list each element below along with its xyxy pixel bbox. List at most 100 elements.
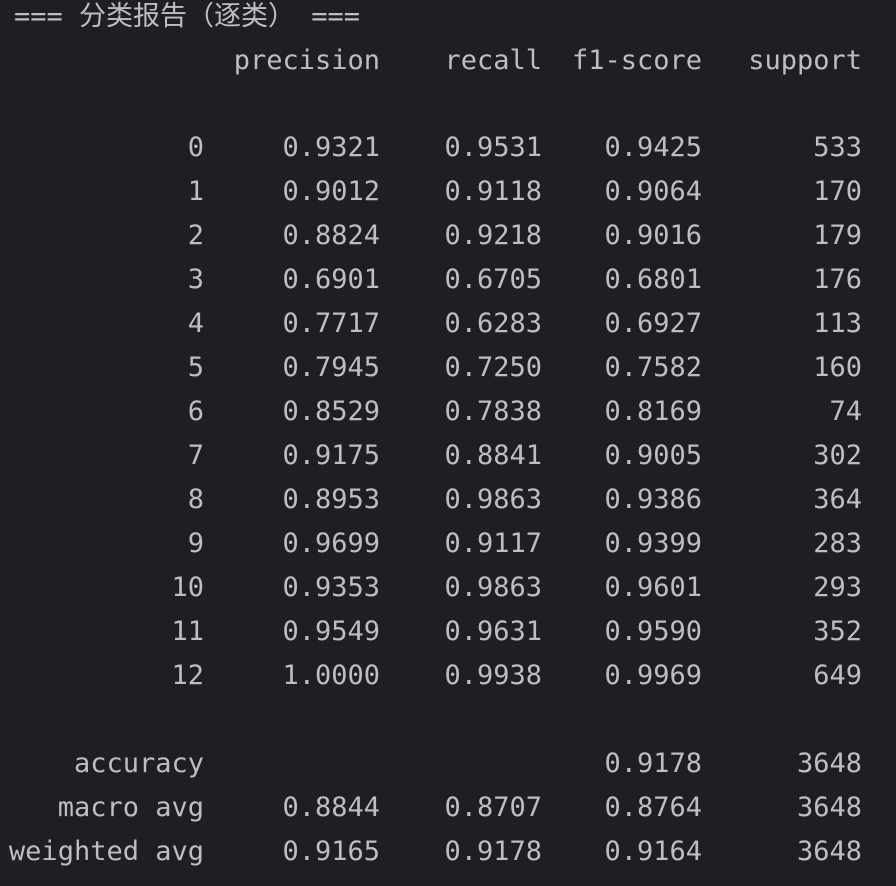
- f1-score-value: 0.9016: [604, 220, 702, 251]
- row-label: 11: [171, 616, 204, 647]
- recall-value: 0.6705: [444, 264, 542, 295]
- support-value: 302: [813, 440, 862, 471]
- recall-value: 0.7838: [444, 396, 542, 427]
- f1-score-value: 0.8764: [604, 792, 702, 823]
- table-row: 6 0.8529 0.7838 0.8169 74: [0, 395, 896, 429]
- support-value: 74: [829, 396, 862, 427]
- row-label: 0: [187, 132, 204, 163]
- row-label: 12: [171, 660, 204, 691]
- recall-value: 0.7250: [444, 352, 542, 383]
- recall-value: 0.9178: [444, 836, 542, 867]
- precision-value: 0.7945: [282, 352, 380, 383]
- f1-score-value: 0.9399: [604, 528, 702, 559]
- recall-value: 0.9117: [444, 528, 542, 559]
- support-value: 364: [813, 484, 862, 515]
- row-label: 4: [187, 308, 204, 339]
- f1-score-value: 0.7582: [604, 352, 702, 383]
- recall-value: 0.9631: [444, 616, 542, 647]
- precision-value: 0.9549: [282, 616, 380, 647]
- table-row: 10 0.9353 0.9863 0.9601 293: [0, 571, 896, 605]
- precision-value: 1.0000: [282, 660, 380, 691]
- f1-score-value: 0.9164: [604, 836, 702, 867]
- precision-value: 0.9321: [282, 132, 380, 163]
- row-label: accuracy: [73, 748, 204, 779]
- precision-value: 0.9175: [282, 440, 380, 471]
- header-precision: precision: [233, 45, 380, 76]
- support-value: 160: [813, 352, 862, 383]
- table-row: 7 0.9175 0.8841 0.9005 302: [0, 439, 896, 473]
- precision-value: 0.8529: [282, 396, 380, 427]
- support-value: 283: [813, 528, 862, 559]
- f1-score-value: 0.9064: [604, 176, 702, 207]
- row-label: 5: [187, 352, 204, 383]
- f1-score-value: 0.9590: [604, 616, 702, 647]
- recall-value: 0.9863: [444, 484, 542, 515]
- header-recall: recall: [444, 45, 542, 76]
- row-label: 2: [187, 220, 204, 251]
- row-label: macro avg: [57, 792, 204, 823]
- f1-score-value: 0.6801: [604, 264, 702, 295]
- table-row: 8 0.8953 0.9863 0.9386 364: [0, 483, 896, 517]
- support-value: 3648: [796, 792, 862, 823]
- f1-score-value: 0.9005: [604, 440, 702, 471]
- f1-score-value: 0.9969: [604, 660, 702, 691]
- header-f1-score: f1-score: [571, 45, 702, 76]
- f1-score-value: 0.9601: [604, 572, 702, 603]
- precision-value: 0.9012: [282, 176, 380, 207]
- support-value: 533: [813, 132, 862, 163]
- support-value: 352: [813, 616, 862, 647]
- table-row: 3 0.6901 0.6705 0.6801 176: [0, 263, 896, 297]
- support-value: 170: [813, 176, 862, 207]
- support-value: 113: [813, 308, 862, 339]
- precision-value: 0.6901: [282, 264, 380, 295]
- support-value: 293: [813, 572, 862, 603]
- row-label: 6: [187, 396, 204, 427]
- support-value: 179: [813, 220, 862, 251]
- table-row: 1 0.9012 0.9118 0.9064 170: [0, 175, 896, 209]
- f1-score-value: 0.6927: [604, 308, 702, 339]
- row-label: 9: [187, 528, 204, 559]
- f1-score-value: 0.9386: [604, 484, 702, 515]
- table-row: 11 0.9549 0.9631 0.9590 352: [0, 615, 896, 649]
- f1-score-value: 0.9178: [604, 748, 702, 779]
- console-output: === 分类报告（逐类） === precision recall f1-sco…: [0, 0, 896, 886]
- f1-score-value: 0.9425: [604, 132, 702, 163]
- row-label: 10: [171, 572, 204, 603]
- table-row: 12 1.0000 0.9938 0.9969 649: [0, 659, 896, 693]
- summary-row: weighted avg 0.9165 0.9178 0.9164 3648: [0, 835, 896, 869]
- recall-value: 0.9531: [444, 132, 542, 163]
- support-value: 649: [813, 660, 862, 691]
- recall-value: 0.8841: [444, 440, 542, 471]
- recall-value: 0.9863: [444, 572, 542, 603]
- recall-value: 0.8707: [444, 792, 542, 823]
- row-label: 1: [187, 176, 204, 207]
- summary-row: accuracy 0.9178 3648: [0, 747, 896, 781]
- table-row: 9 0.9699 0.9117 0.9399 283: [0, 527, 896, 561]
- precision-value: 0.8953: [282, 484, 380, 515]
- support-value: 176: [813, 264, 862, 295]
- row-label: weighted avg: [8, 836, 204, 867]
- support-value: 3648: [796, 836, 862, 867]
- report-title: === 分类报告（逐类） ===: [14, 1, 361, 32]
- precision-value: 0.8824: [282, 220, 380, 251]
- support-value: 3648: [796, 748, 862, 779]
- recall-value: 0.9218: [444, 220, 542, 251]
- recall-value: 0.9938: [444, 660, 542, 691]
- row-label: 7: [187, 440, 204, 471]
- row-label: 3: [187, 264, 204, 295]
- table-row: 0 0.9321 0.9531 0.9425 533: [0, 131, 896, 165]
- summary-row: macro avg 0.8844 0.8707 0.8764 3648: [0, 791, 896, 825]
- recall-value: 0.6283: [444, 308, 542, 339]
- precision-value: 0.9353: [282, 572, 380, 603]
- row-label: 8: [187, 484, 204, 515]
- precision-value: 0.9699: [282, 528, 380, 559]
- header-row: precision recall f1-score support: [0, 44, 896, 78]
- precision-value: 0.8844: [282, 792, 380, 823]
- header-support: support: [748, 45, 862, 76]
- precision-value: 0.7717: [282, 308, 380, 339]
- table-row: 2 0.8824 0.9218 0.9016 179: [0, 219, 896, 253]
- recall-value: 0.9118: [444, 176, 542, 207]
- precision-value: 0.9165: [282, 836, 380, 867]
- f1-score-value: 0.8169: [604, 396, 702, 427]
- table-row: 4 0.7717 0.6283 0.6927 113: [0, 307, 896, 341]
